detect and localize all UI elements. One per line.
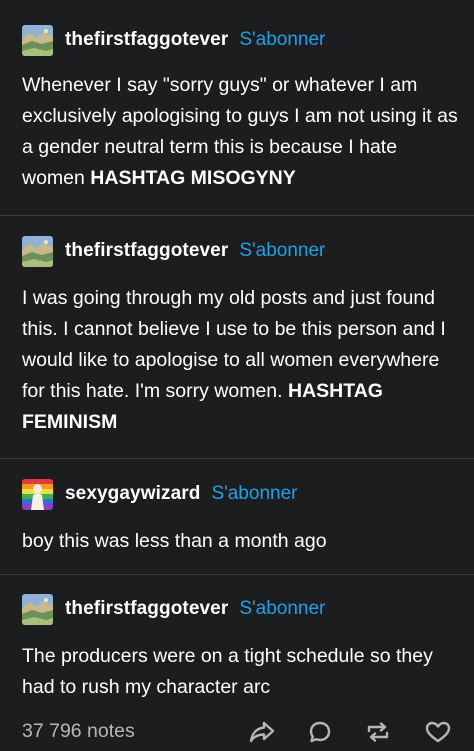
post-text: The producers were on a tight schedule s… xyxy=(22,641,462,703)
follow-button[interactable]: S'abonner xyxy=(239,29,325,51)
reblog-icon[interactable] xyxy=(364,719,392,745)
follow-button[interactable]: S'abonner xyxy=(239,598,325,620)
post-footer: 37 796 notes xyxy=(0,712,474,751)
username[interactable]: thefirstfaggotever xyxy=(65,598,228,620)
post-header: thefirstfaggotever S'abonner xyxy=(22,235,325,267)
landscape-painting-avatar[interactable] xyxy=(22,593,53,625)
follow-button[interactable]: S'abonner xyxy=(211,483,297,505)
post-divider xyxy=(0,458,474,459)
like-icon[interactable] xyxy=(424,719,452,745)
post-header: sexygaywizard S'abonner xyxy=(22,478,297,510)
post-divider xyxy=(0,574,474,575)
rainbow-figure-avatar[interactable] xyxy=(22,478,53,510)
post-text-content: The producers were on a tight schedule s… xyxy=(22,645,433,698)
username[interactable]: thefirstfaggotever xyxy=(65,29,228,51)
post-divider xyxy=(0,215,474,216)
share-icon[interactable] xyxy=(248,719,276,745)
post-text: boy this was less than a month ago xyxy=(22,526,462,557)
post-header: thefirstfaggotever S'abonner xyxy=(22,24,325,56)
post-text: Whenever I say "sorry guys" or whatever … xyxy=(22,70,462,194)
post-header: thefirstfaggotever S'abonner xyxy=(22,593,325,625)
post-hashtag: HASHTAG MISOGYNY xyxy=(90,167,296,189)
username[interactable]: thefirstfaggotever xyxy=(65,240,228,262)
post-text: I was going through my old posts and jus… xyxy=(22,283,462,438)
reply-icon[interactable] xyxy=(306,719,334,745)
landscape-painting-avatar[interactable] xyxy=(22,235,53,267)
username[interactable]: sexygaywizard xyxy=(65,483,200,505)
follow-button[interactable]: S'abonner xyxy=(239,240,325,262)
notes-count[interactable]: 37 796 notes xyxy=(22,720,135,743)
post-text-content: boy this was less than a month ago xyxy=(22,530,327,552)
landscape-painting-avatar[interactable] xyxy=(22,24,53,56)
